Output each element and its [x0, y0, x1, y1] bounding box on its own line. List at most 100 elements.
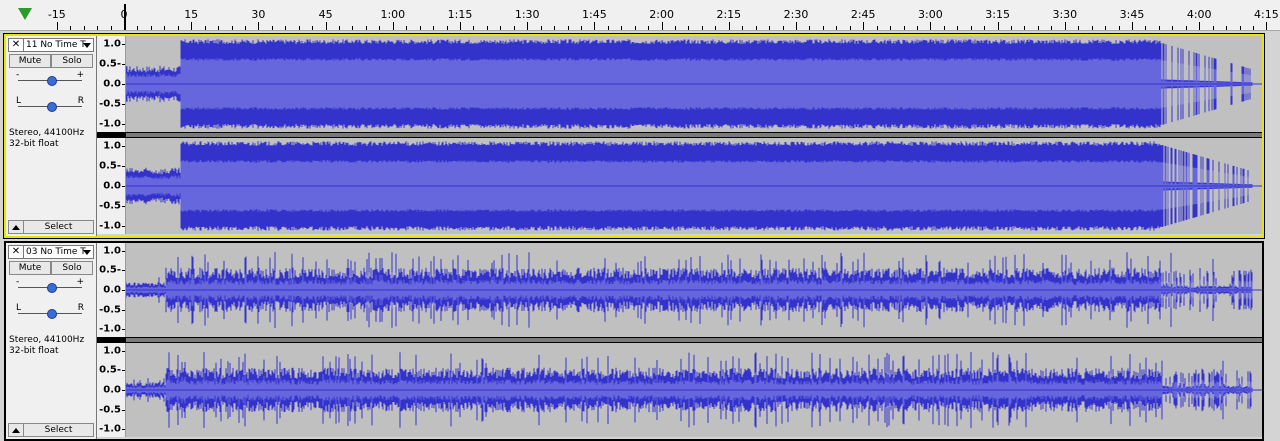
- ruler-minor-tick: [1145, 26, 1147, 30]
- amplitude-label: -1.0: [99, 220, 121, 232]
- play-head-button[interactable]: [14, 5, 38, 25]
- pan-slider[interactable]: L R: [14, 96, 86, 112]
- ruler-minor-tick: [836, 26, 838, 30]
- ruler-minor-tick: [406, 26, 408, 30]
- gain-slider[interactable]: - +: [14, 70, 86, 86]
- gain-plus-label: +: [76, 277, 84, 287]
- slider-knob-icon[interactable]: [47, 102, 57, 112]
- pan-right-label: R: [77, 96, 84, 106]
- ruler-minor-tick: [110, 26, 112, 30]
- ruler-minor-tick: [943, 26, 945, 30]
- ruler-minor-tick: [177, 26, 179, 30]
- ruler-label: 4:15: [1254, 8, 1279, 21]
- ruler-major-tick: [258, 22, 260, 30]
- slider-knob-icon[interactable]: [47, 309, 57, 319]
- ruler-minor-tick: [1118, 26, 1120, 30]
- ruler-minor-tick: [782, 26, 784, 30]
- ruler-label: 2:45: [850, 8, 876, 21]
- ruler-major-tick: [796, 22, 797, 30]
- ruler-label: 1:00: [380, 8, 406, 21]
- play-head-line[interactable]: [124, 4, 126, 30]
- timeline-ruler[interactable]: -1501530451:001:151:301:452:002:152:302:…: [0, 0, 1280, 31]
- slider-knob-icon[interactable]: [47, 76, 57, 86]
- collapse-arrow-icon[interactable]: [8, 220, 24, 234]
- ruler-major-tick: [1064, 22, 1066, 30]
- ruler-minor-tick: [648, 26, 650, 30]
- pan-slider[interactable]: L R: [14, 303, 86, 319]
- ruler-minor-tick: [688, 26, 690, 30]
- waveform-channel-left[interactable]: [126, 243, 1262, 337]
- ruler-minor-tick: [446, 26, 448, 30]
- solo-button[interactable]: Solo: [51, 261, 93, 275]
- dropdown-arrow-icon[interactable]: [83, 250, 91, 255]
- slider-knob-icon[interactable]: [47, 283, 57, 293]
- amplitude-label: -0.5: [99, 200, 121, 212]
- ruler-minor-tick: [339, 26, 341, 30]
- ruler-minor-tick: [607, 26, 609, 30]
- ruler-minor-tick: [1172, 26, 1174, 30]
- track-info-rate: Stereo, 44100Hz: [9, 335, 85, 345]
- ruler-major-tick: [863, 22, 865, 30]
- select-track-button[interactable]: Select: [24, 423, 94, 437]
- amplitude-label: 0.0: [103, 78, 121, 90]
- ruler-minor-tick: [701, 26, 703, 30]
- amplitude-label: 0.5-: [99, 264, 121, 276]
- dropdown-arrow-icon[interactable]: [83, 43, 91, 48]
- mute-button[interactable]: Mute: [9, 54, 51, 68]
- ruler-minor-tick: [675, 26, 677, 30]
- track-control-panel: ✕ 03 No Time T Mute Solo - + L R Stereo,…: [6, 243, 97, 439]
- collapse-arrow-icon[interactable]: [8, 423, 24, 437]
- ruler-label: 4:00: [1186, 8, 1212, 21]
- ruler-minor-tick: [1239, 26, 1241, 30]
- ruler-label: 2:15: [716, 8, 742, 21]
- ruler-label: 1:45: [582, 8, 607, 21]
- ruler-minor-tick: [890, 26, 892, 30]
- ruler-minor-tick: [164, 26, 166, 30]
- audio-track-1[interactable]: ✕ 11 No Time T Mute Solo - + L R Stereo,…: [4, 34, 1264, 238]
- ruler-label: 3:15: [985, 8, 1010, 21]
- ruler-minor-tick: [769, 26, 771, 30]
- waveform-channel-right[interactable]: [126, 343, 1262, 437]
- ruler-minor-tick: [1024, 26, 1026, 30]
- amplitude-label: 1.0: [103, 245, 121, 257]
- ruler-minor-tick: [419, 26, 421, 30]
- ruler-label: 2:00: [649, 8, 674, 21]
- ruler-minor-tick: [822, 26, 824, 30]
- ruler-major-tick: [191, 22, 193, 30]
- ruler-major-tick: [1266, 22, 1268, 30]
- gain-minus-label: -: [16, 70, 20, 80]
- waveform-channel-left[interactable]: [126, 36, 1262, 132]
- track-info-format: 32-bit float: [9, 139, 59, 149]
- amplitude-scale-left: 1.0 0.5- 0.0 -0.5 -1.0: [97, 36, 126, 132]
- ruler-label: 45: [318, 8, 333, 21]
- pan-left-label: L: [16, 96, 22, 106]
- gain-slider[interactable]: - +: [14, 277, 86, 293]
- ruler-minor-tick: [1212, 26, 1214, 30]
- waveform-svg: [126, 39, 1262, 129]
- close-track-button[interactable]: ✕: [8, 245, 24, 259]
- amplitude-label: -0.5: [99, 404, 121, 416]
- ruler-minor-tick: [876, 26, 878, 30]
- ruler-minor-tick: [1252, 26, 1254, 30]
- ruler-major-tick: [325, 22, 327, 30]
- ruler-label: 2:30: [783, 8, 809, 21]
- close-track-button[interactable]: ✕: [8, 38, 24, 52]
- solo-button[interactable]: Solo: [51, 54, 93, 68]
- ruler-minor-tick: [621, 26, 623, 30]
- ruler-minor-tick: [500, 26, 502, 30]
- ruler-minor-tick: [1011, 26, 1013, 30]
- pan-left-label: L: [16, 303, 22, 313]
- ruler-minor-tick: [150, 26, 152, 30]
- select-track-button[interactable]: Select: [24, 220, 94, 234]
- amplitude-label: 1.0: [103, 38, 121, 50]
- amplitude-label: 0.5-: [99, 364, 121, 376]
- ruler-minor-tick: [1105, 26, 1107, 30]
- mute-button[interactable]: Mute: [9, 261, 51, 275]
- ruler-minor-tick: [137, 26, 139, 30]
- audio-track-2[interactable]: ✕ 03 No Time T Mute Solo - + L R Stereo,…: [4, 241, 1264, 441]
- ruler-minor-tick: [70, 26, 72, 30]
- waveform-channel-right[interactable]: [126, 138, 1262, 234]
- ruler-major-tick: [460, 22, 461, 30]
- ruler-minor-tick: [916, 26, 918, 30]
- ruler-minor-tick: [957, 26, 959, 30]
